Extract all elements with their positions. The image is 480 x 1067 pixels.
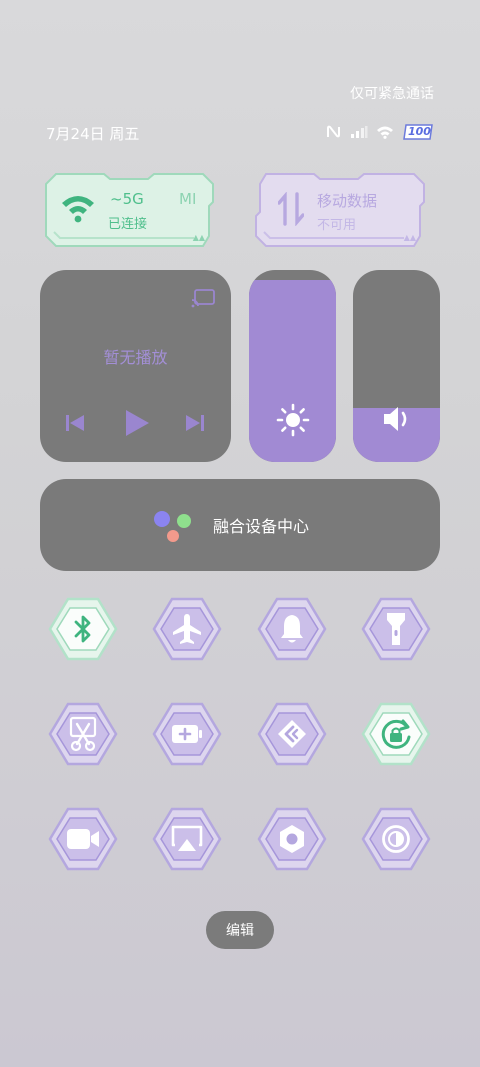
settings-toggle[interactable] (257, 806, 327, 872)
hex-nut-icon (280, 825, 304, 853)
flashlight-toggle[interactable] (361, 596, 431, 662)
battery-icon: 100 (402, 124, 434, 140)
wifi-icon (62, 196, 94, 223)
wlan-ssid: ~5G (110, 190, 144, 208)
next-track-icon[interactable] (185, 413, 205, 433)
play-icon[interactable] (124, 408, 150, 438)
battery-plus-icon (172, 725, 202, 743)
corner-marks: ▲▲ (403, 233, 416, 242)
mobile-data-title: 移动数据 (317, 192, 378, 210)
airplane-icon (173, 614, 201, 644)
date-label: 7月24日 周五 (46, 125, 140, 143)
brightness-slider[interactable] (249, 270, 336, 462)
edit-button[interactable]: 编辑 (206, 911, 274, 949)
wlan-ssid-suffix: MI (179, 190, 197, 208)
data-transfer-icon (278, 192, 304, 226)
screen-record-toggle[interactable] (48, 806, 118, 872)
device-hub-label: 融合设备中心 (213, 517, 310, 536)
contrast-icon (382, 825, 410, 853)
bluetooth-icon (74, 615, 91, 643)
device-hub-button[interactable]: 融合设备中心 (40, 479, 440, 571)
media-title: 暂无播放 (103, 348, 168, 367)
rotation-lock-toggle[interactable] (361, 701, 431, 767)
device-hub-icon (154, 511, 191, 542)
scissors-icon (69, 716, 97, 752)
share-arrows-icon (278, 720, 306, 748)
media-player: 暂无播放 (40, 270, 231, 462)
cast-toggle[interactable] (152, 806, 222, 872)
wlan-card[interactable]: ~5G MI 已连接 ▲▲ (44, 172, 215, 248)
cellular-signal-icon (351, 126, 368, 138)
emergency-calls-only-text: 仅可紧急通话 (350, 86, 434, 102)
volume-icon (384, 407, 407, 431)
mobile-data-card[interactable]: 移动数据 不可用 ▲▲ (254, 172, 426, 248)
brightness-icon (276, 403, 310, 437)
airplane-mode-toggle[interactable] (152, 596, 222, 662)
nfc-icon (327, 125, 340, 138)
flashlight-icon (387, 613, 405, 645)
previous-track-icon[interactable] (65, 413, 85, 433)
screenshot-toggle[interactable] (48, 701, 118, 767)
nearby-share-toggle[interactable] (257, 701, 327, 767)
status-icons: 100 (326, 124, 434, 140)
wlan-state: 已连接 (108, 217, 148, 232)
dark-mode-toggle[interactable] (361, 806, 431, 872)
wifi-status-icon (377, 126, 393, 139)
video-camera-icon (67, 829, 99, 849)
bell-icon (281, 615, 303, 643)
cast-icon[interactable] (191, 288, 216, 309)
mobile-data-state: 不可用 (317, 218, 357, 233)
battery-level-text: 100 (408, 125, 431, 138)
ringer-toggle[interactable] (257, 596, 327, 662)
cast-screen-icon (171, 825, 203, 851)
volume-slider[interactable] (353, 270, 440, 462)
battery-saver-toggle[interactable] (152, 701, 222, 767)
corner-marks: ▲▲ (192, 233, 205, 242)
rotation-lock-icon (381, 719, 411, 749)
bluetooth-toggle[interactable] (48, 596, 118, 662)
